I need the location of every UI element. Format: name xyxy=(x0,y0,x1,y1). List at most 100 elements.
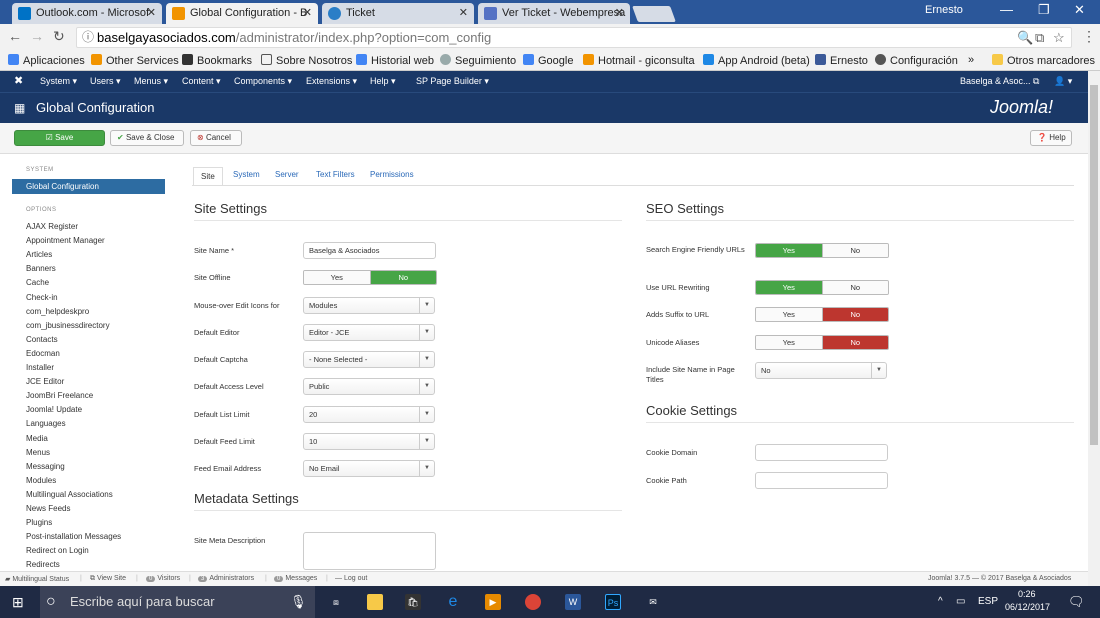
sef-urls-yes[interactable]: Yes xyxy=(756,244,822,257)
bookmark-hotmail[interactable]: Hotmail - giconsulta xyxy=(583,54,695,67)
scrollbar-thumb[interactable] xyxy=(1090,85,1098,445)
unicode-aliases-no[interactable]: No xyxy=(821,336,888,349)
joomla-logo-icon[interactable]: ✖ xyxy=(14,74,23,87)
sidebar-item-com-jbusinessdirectory[interactable]: com_jbusinessdirectory xyxy=(26,321,110,330)
visitors-count[interactable]: 0 Visitors xyxy=(146,575,180,582)
photoshop-icon[interactable]: Ps xyxy=(605,594,621,610)
menu-dots-icon[interactable]: ⋮ xyxy=(1082,28,1096,45)
tray-chevron-icon[interactable]: ^ xyxy=(938,596,943,607)
info-icon[interactable]: ⓘ xyxy=(82,28,94,47)
bookmark-ernesto[interactable]: Ernesto xyxy=(815,54,868,67)
bookmark-bookmarks[interactable]: Bookmarks xyxy=(182,54,252,67)
clock-date[interactable]: 06/12/2017 xyxy=(1005,602,1050,612)
tab-server[interactable]: Server xyxy=(275,170,299,179)
help-button[interactable]: ❓ Help xyxy=(1030,130,1072,146)
menu-system[interactable]: System ▾ xyxy=(40,76,77,87)
default-editor-select[interactable]: Editor - JCE ▼ xyxy=(303,324,435,341)
cookie-path-input[interactable] xyxy=(755,472,888,489)
sidebar-item-media[interactable]: Media xyxy=(26,434,48,443)
sidebar-item-post-installation-messages[interactable]: Post-installation Messages xyxy=(26,532,121,541)
sidebar-item-joombri-freelance[interactable]: JoomBri Freelance xyxy=(26,391,93,400)
bookmark-historial-web[interactable]: Historial web xyxy=(356,54,434,67)
default-feed-limit-select[interactable]: 10 ▼ xyxy=(303,433,435,450)
sidebar-item-modules[interactable]: Modules xyxy=(26,476,56,485)
close-icon[interactable]: ✕ xyxy=(615,3,624,23)
bookmark-app-android[interactable]: App Android (beta) xyxy=(703,54,810,67)
tab-system[interactable]: System xyxy=(233,170,260,179)
messages-count[interactable]: 0 Messages xyxy=(274,575,317,582)
sidebar-item-menus[interactable]: Menus xyxy=(26,448,50,457)
page-scrollbar[interactable] xyxy=(1088,71,1100,586)
bookmark-other-services[interactable]: Other Services xyxy=(91,54,179,67)
save-button[interactable]: ☑ Save xyxy=(14,130,105,146)
bookmarks-overflow[interactable]: » xyxy=(968,54,974,66)
sidebar-item-installer[interactable]: Installer xyxy=(26,363,54,372)
bookmark-sobre-nosotros[interactable]: Sobre Nosotros xyxy=(261,54,352,67)
browser-tab-outlook[interactable]: Outlook.com - Microsof ✕ xyxy=(12,3,162,24)
mail-app-icon[interactable]: ✉ xyxy=(645,594,661,610)
close-icon[interactable]: ✕ xyxy=(303,3,312,23)
menu-content[interactable]: Content ▾ xyxy=(182,76,221,87)
forward-arrow-icon[interactable]: → xyxy=(30,28,44,44)
unicode-aliases-toggle[interactable]: Yes No xyxy=(755,335,889,350)
browser-tab-ticket[interactable]: Ticket ✕ xyxy=(322,3,474,24)
tab-text-filters[interactable]: Text Filters xyxy=(316,170,355,179)
translate-icon[interactable]: ⧉ xyxy=(1035,28,1044,47)
meta-description-textarea[interactable] xyxy=(303,532,436,570)
chrome-icon[interactable] xyxy=(525,594,541,610)
sidebar-item-appointment-manager[interactable]: Appointment Manager xyxy=(26,236,105,245)
url-suffix-yes[interactable]: Yes xyxy=(756,308,822,321)
sidebar-item-messaging[interactable]: Messaging xyxy=(26,462,65,471)
multilingual-status[interactable]: ▰ Multilingual Status xyxy=(5,575,69,583)
media-player-icon[interactable]: ▶ xyxy=(485,594,501,610)
unicode-aliases-yes[interactable]: Yes xyxy=(756,336,822,349)
menu-users[interactable]: Users ▾ xyxy=(90,76,121,87)
close-icon[interactable]: ✕ xyxy=(147,3,156,23)
sidebar-item-multilingual-associations[interactable]: Multilingual Associations xyxy=(26,490,113,499)
url-suffix-no[interactable]: No xyxy=(821,308,888,321)
edge-icon[interactable]: e xyxy=(445,594,461,610)
save-close-button[interactable]: ✔ Save & Close xyxy=(110,130,184,146)
administrators-count[interactable]: 3 Administrators xyxy=(198,575,254,582)
task-view-icon[interactable]: ⧈ xyxy=(328,594,344,610)
sidebar-item-com-helpdeskpro[interactable]: com_helpdeskpro xyxy=(26,307,89,316)
file-explorer-icon[interactable] xyxy=(367,594,383,610)
site-link[interactable]: Baselga & Asoc... ⧉ xyxy=(960,76,1039,87)
minimize-icon[interactable]: — xyxy=(1000,2,1013,17)
sef-urls-toggle[interactable]: Yes No xyxy=(755,243,889,258)
reload-icon[interactable]: ↻ xyxy=(53,28,65,45)
site-offline-no[interactable]: No xyxy=(369,271,436,284)
word-icon[interactable]: W xyxy=(565,594,581,610)
bookmark-google[interactable]: Google xyxy=(523,54,573,67)
cancel-button[interactable]: ⊗ Cancel xyxy=(190,130,242,146)
default-captcha-select[interactable]: - None Selected - ▼ xyxy=(303,351,435,368)
sidebar-item-check-in[interactable]: Check-in xyxy=(26,293,58,302)
site-offline-toggle[interactable]: Yes No xyxy=(303,270,437,285)
bookmark-seguimiento[interactable]: Seguimiento xyxy=(440,54,516,67)
url-rewriting-no[interactable]: No xyxy=(821,281,888,294)
clock-time[interactable]: 0:26 xyxy=(1018,589,1036,599)
sidebar-item-contacts[interactable]: Contacts xyxy=(26,335,58,344)
user-menu[interactable]: 👤 ▾ xyxy=(1054,76,1072,87)
zoom-icon[interactable]: 🔍 xyxy=(1017,28,1033,47)
sidebar-item-cache[interactable]: Cache xyxy=(26,278,49,287)
browser-tab-global-configuration[interactable]: Global Configuration - B ✕ xyxy=(166,3,318,24)
menu-sp-page-builder[interactable]: SP Page Builder ▾ xyxy=(416,76,489,87)
sidebar-item-languages[interactable]: Languages xyxy=(26,419,66,428)
new-tab-button[interactable] xyxy=(632,6,676,22)
sef-urls-no[interactable]: No xyxy=(821,244,888,257)
profile-name[interactable]: Ernesto xyxy=(925,4,963,16)
menu-extensions[interactable]: Extensions ▾ xyxy=(306,76,357,87)
sidebar-item-ajax-register[interactable]: AJAX Register xyxy=(26,222,78,231)
sidebar-item-joomla-update[interactable]: Joomla! Update xyxy=(26,405,82,414)
view-site-link[interactable]: ⧉ View Site xyxy=(90,575,126,583)
back-arrow-icon[interactable]: ← xyxy=(8,28,22,44)
taskbar-search-input[interactable]: ○ Escribe aquí para buscar 🎙 xyxy=(40,586,315,618)
bookmark-star-icon[interactable]: ☆ xyxy=(1053,28,1065,47)
sidebar-item-articles[interactable]: Articles xyxy=(26,250,52,259)
bookmark-aplicaciones[interactable]: Aplicaciones xyxy=(8,54,85,67)
site-name-in-titles-select[interactable]: No ▼ xyxy=(755,362,887,379)
browser-tab-ver-ticket[interactable]: Ver Ticket - Webempresa ✕ xyxy=(478,3,630,24)
url-rewriting-yes[interactable]: Yes xyxy=(756,281,822,294)
bookmark-configuracion[interactable]: Configuración xyxy=(875,54,958,67)
